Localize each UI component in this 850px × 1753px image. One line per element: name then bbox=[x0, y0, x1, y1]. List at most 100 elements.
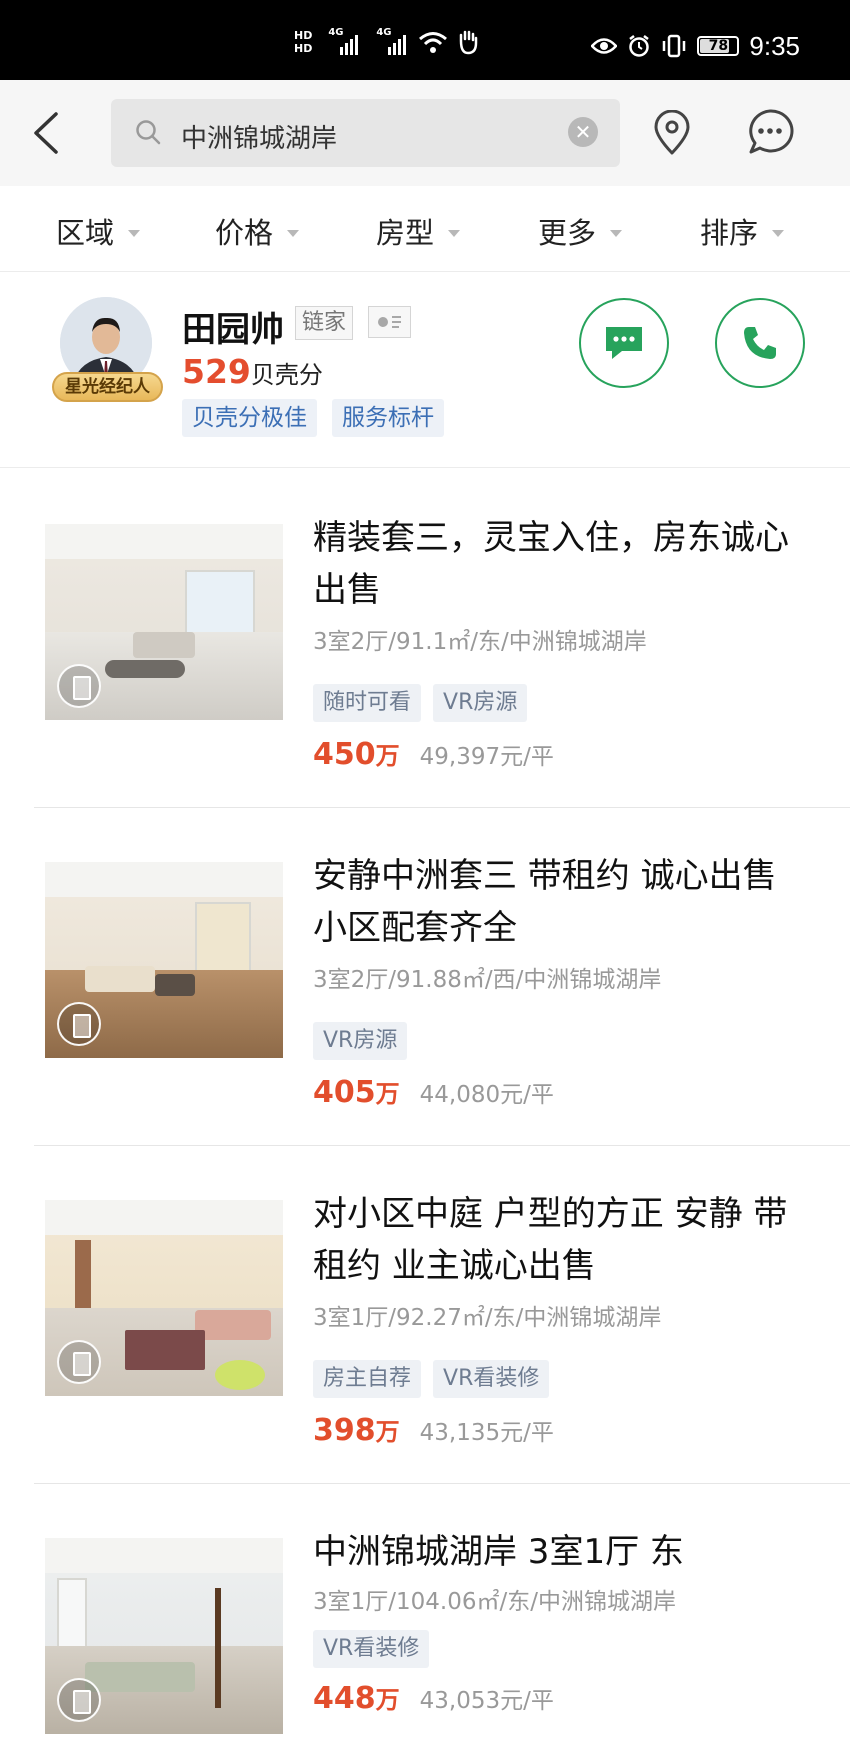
filter-more[interactable]: 更多 bbox=[538, 210, 623, 252]
listing-tag: VR房源 bbox=[313, 1022, 408, 1060]
listing-tag: 房主自荐 bbox=[313, 1360, 422, 1398]
caret-down-icon bbox=[448, 229, 461, 237]
search-input[interactable]: 中洲锦城湖岸 ✕ bbox=[111, 99, 620, 167]
score-value: 529 bbox=[182, 352, 251, 391]
listing-photo[interactable] bbox=[45, 1200, 283, 1396]
listing-photo[interactable] bbox=[45, 862, 283, 1058]
unit-price: 43,135元/平 bbox=[419, 1420, 554, 1446]
listing-photo[interactable] bbox=[45, 1538, 283, 1734]
caret-down-icon bbox=[772, 229, 785, 237]
business-card-icon[interactable] bbox=[368, 306, 411, 338]
status-bar: HD HD 4G 4G 78 9:35 bbox=[0, 0, 850, 80]
signal-icon: 4G bbox=[328, 27, 362, 55]
listing-price: 450万 49,397元/平 bbox=[313, 736, 554, 772]
eye-icon bbox=[591, 38, 618, 54]
listing-specs: 3室2厅/91.1㎡/东/中洲锦城湖岸 bbox=[313, 629, 647, 655]
chat-button[interactable] bbox=[579, 298, 669, 388]
clear-icon[interactable]: ✕ bbox=[568, 117, 598, 147]
battery-icon: 78 bbox=[697, 36, 740, 56]
listing-specs: 3室2厅/91.88㎡/西/中洲锦城湖岸 bbox=[313, 967, 662, 993]
caret-down-icon bbox=[128, 229, 141, 237]
hd1-label: HD bbox=[294, 29, 313, 42]
call-button[interactable] bbox=[715, 298, 805, 388]
network-type-label-2: 4G bbox=[376, 27, 392, 38]
total-price: 448万 bbox=[313, 1680, 400, 1716]
vr-icon[interactable] bbox=[57, 1678, 101, 1722]
listing-specs: 3室1厅/104.06㎡/东/中洲锦城湖岸 bbox=[313, 1589, 676, 1615]
agent-card[interactable]: 星光经纪人 田园帅 链家 529贝壳分 贝壳分极佳 服务标杆 bbox=[0, 272, 850, 468]
filter-label: 更多 bbox=[538, 216, 597, 250]
vibrate-icon bbox=[663, 34, 686, 58]
network-type-label: 4G bbox=[328, 27, 344, 38]
status-left: HD HD 4G 4G bbox=[294, 26, 480, 58]
star-agent-badge: 星光经纪人 bbox=[52, 372, 163, 402]
message-bubble-icon[interactable] bbox=[746, 108, 794, 156]
search-icon bbox=[136, 120, 161, 145]
vr-icon[interactable] bbox=[57, 1340, 101, 1384]
listing-tags: VR看装修 bbox=[313, 1630, 430, 1668]
listing-specs: 3室1厅/92.27㎡/东/中洲锦城湖岸 bbox=[313, 1305, 662, 1331]
listing-item[interactable]: 对小区中庭 户型的方正 安静 带租约 业主诚心出售 3室1厅/92.27㎡/东/… bbox=[0, 1146, 850, 1484]
search-query: 中洲锦城湖岸 bbox=[181, 124, 338, 154]
price-unit: 万 bbox=[375, 1080, 400, 1108]
hand-gesture-icon bbox=[460, 30, 478, 55]
agent-score: 529贝壳分 bbox=[182, 352, 323, 391]
listing-photo[interactable] bbox=[45, 524, 283, 720]
clock: 9:35 bbox=[749, 30, 800, 61]
listing-title: 安静中洲套三 带租约 诚心出售 小区配套齐全 bbox=[313, 856, 777, 948]
listing-title: 精装套三，灵宝入住，房东诚心出售 bbox=[313, 518, 789, 610]
total-price: 450万 bbox=[313, 736, 400, 772]
price-value: 398 bbox=[313, 1413, 376, 1448]
battery-level: 78 bbox=[708, 38, 729, 54]
listing-tags: 随时可看 VR房源 bbox=[313, 684, 528, 722]
filter-label: 价格 bbox=[215, 216, 274, 250]
listing-tag: 随时可看 bbox=[313, 684, 422, 722]
filter-price[interactable]: 价格 bbox=[215, 210, 300, 252]
unit-price: 43,053元/平 bbox=[419, 1688, 554, 1714]
phone-icon bbox=[744, 327, 776, 359]
listing-price: 448万 43,053元/平 bbox=[313, 1680, 554, 1716]
signal-icon-2: 4G bbox=[376, 27, 410, 55]
price-value: 448 bbox=[313, 1681, 376, 1716]
listing-item[interactable]: 精装套三，灵宝入住，房东诚心出售 3室2厅/91.1㎡/东/中洲锦城湖岸 随时可… bbox=[0, 470, 850, 808]
agent-tag: 贝壳分极佳 bbox=[182, 399, 317, 437]
listing-title: 中洲锦城湖岸 3室1厅 东 bbox=[313, 1532, 684, 1572]
listing-title: 对小区中庭 户型的方正 安静 带租约 业主诚心出售 bbox=[313, 1194, 788, 1286]
listing-item[interactable]: 安静中洲套三 带租约 诚心出售 小区配套齐全 3室2厅/91.88㎡/西/中洲锦… bbox=[0, 808, 850, 1146]
listing-item[interactable]: 中洲锦城湖岸 3室1厅 东 3室1厅/104.06㎡/东/中洲锦城湖岸 VR看装… bbox=[0, 1484, 850, 1753]
hd-indicator: HD HD bbox=[294, 29, 312, 55]
wifi-icon bbox=[419, 32, 448, 53]
price-value: 450 bbox=[313, 737, 376, 772]
filter-label: 区域 bbox=[56, 216, 115, 250]
agent-tag: 服务标杆 bbox=[332, 399, 444, 437]
filter-label: 房型 bbox=[376, 216, 435, 250]
total-price: 398万 bbox=[313, 1412, 400, 1448]
filter-sort[interactable]: 排序 bbox=[700, 210, 785, 252]
filter-layout[interactable]: 房型 bbox=[376, 210, 461, 252]
search-header: 中洲锦城湖岸 ✕ bbox=[0, 80, 850, 186]
alarm-icon bbox=[629, 35, 650, 57]
filter-area[interactable]: 区域 bbox=[56, 210, 141, 252]
filter-bar: 区域 价格 房型 更多 排序 bbox=[0, 186, 850, 272]
filter-label: 排序 bbox=[700, 216, 759, 250]
listing-tag: VR房源 bbox=[433, 684, 528, 722]
agent-name: 田园帅 bbox=[182, 310, 284, 350]
hd2-label: HD bbox=[294, 42, 313, 55]
listing-price: 398万 43,135元/平 bbox=[313, 1412, 554, 1448]
back-arrow-icon[interactable] bbox=[28, 110, 68, 156]
caret-down-icon bbox=[287, 229, 300, 237]
vr-icon[interactable] bbox=[57, 1002, 101, 1046]
score-unit: 贝壳分 bbox=[250, 361, 323, 389]
listing-price: 405万 44,080元/平 bbox=[313, 1074, 554, 1110]
vr-icon[interactable] bbox=[57, 664, 101, 708]
price-unit: 万 bbox=[375, 1686, 400, 1714]
location-pin-icon[interactable] bbox=[652, 110, 692, 156]
listing-tag: VR看装修 bbox=[433, 1360, 550, 1398]
listing-tags: 房主自荐 VR看装修 bbox=[313, 1360, 550, 1398]
total-price: 405万 bbox=[313, 1074, 400, 1110]
caret-down-icon bbox=[610, 229, 623, 237]
listing-tag: VR看装修 bbox=[313, 1630, 430, 1668]
company-tag: 链家 bbox=[295, 306, 354, 340]
listing-tags: VR房源 bbox=[313, 1022, 408, 1060]
status-right: 78 9:35 bbox=[591, 30, 800, 62]
